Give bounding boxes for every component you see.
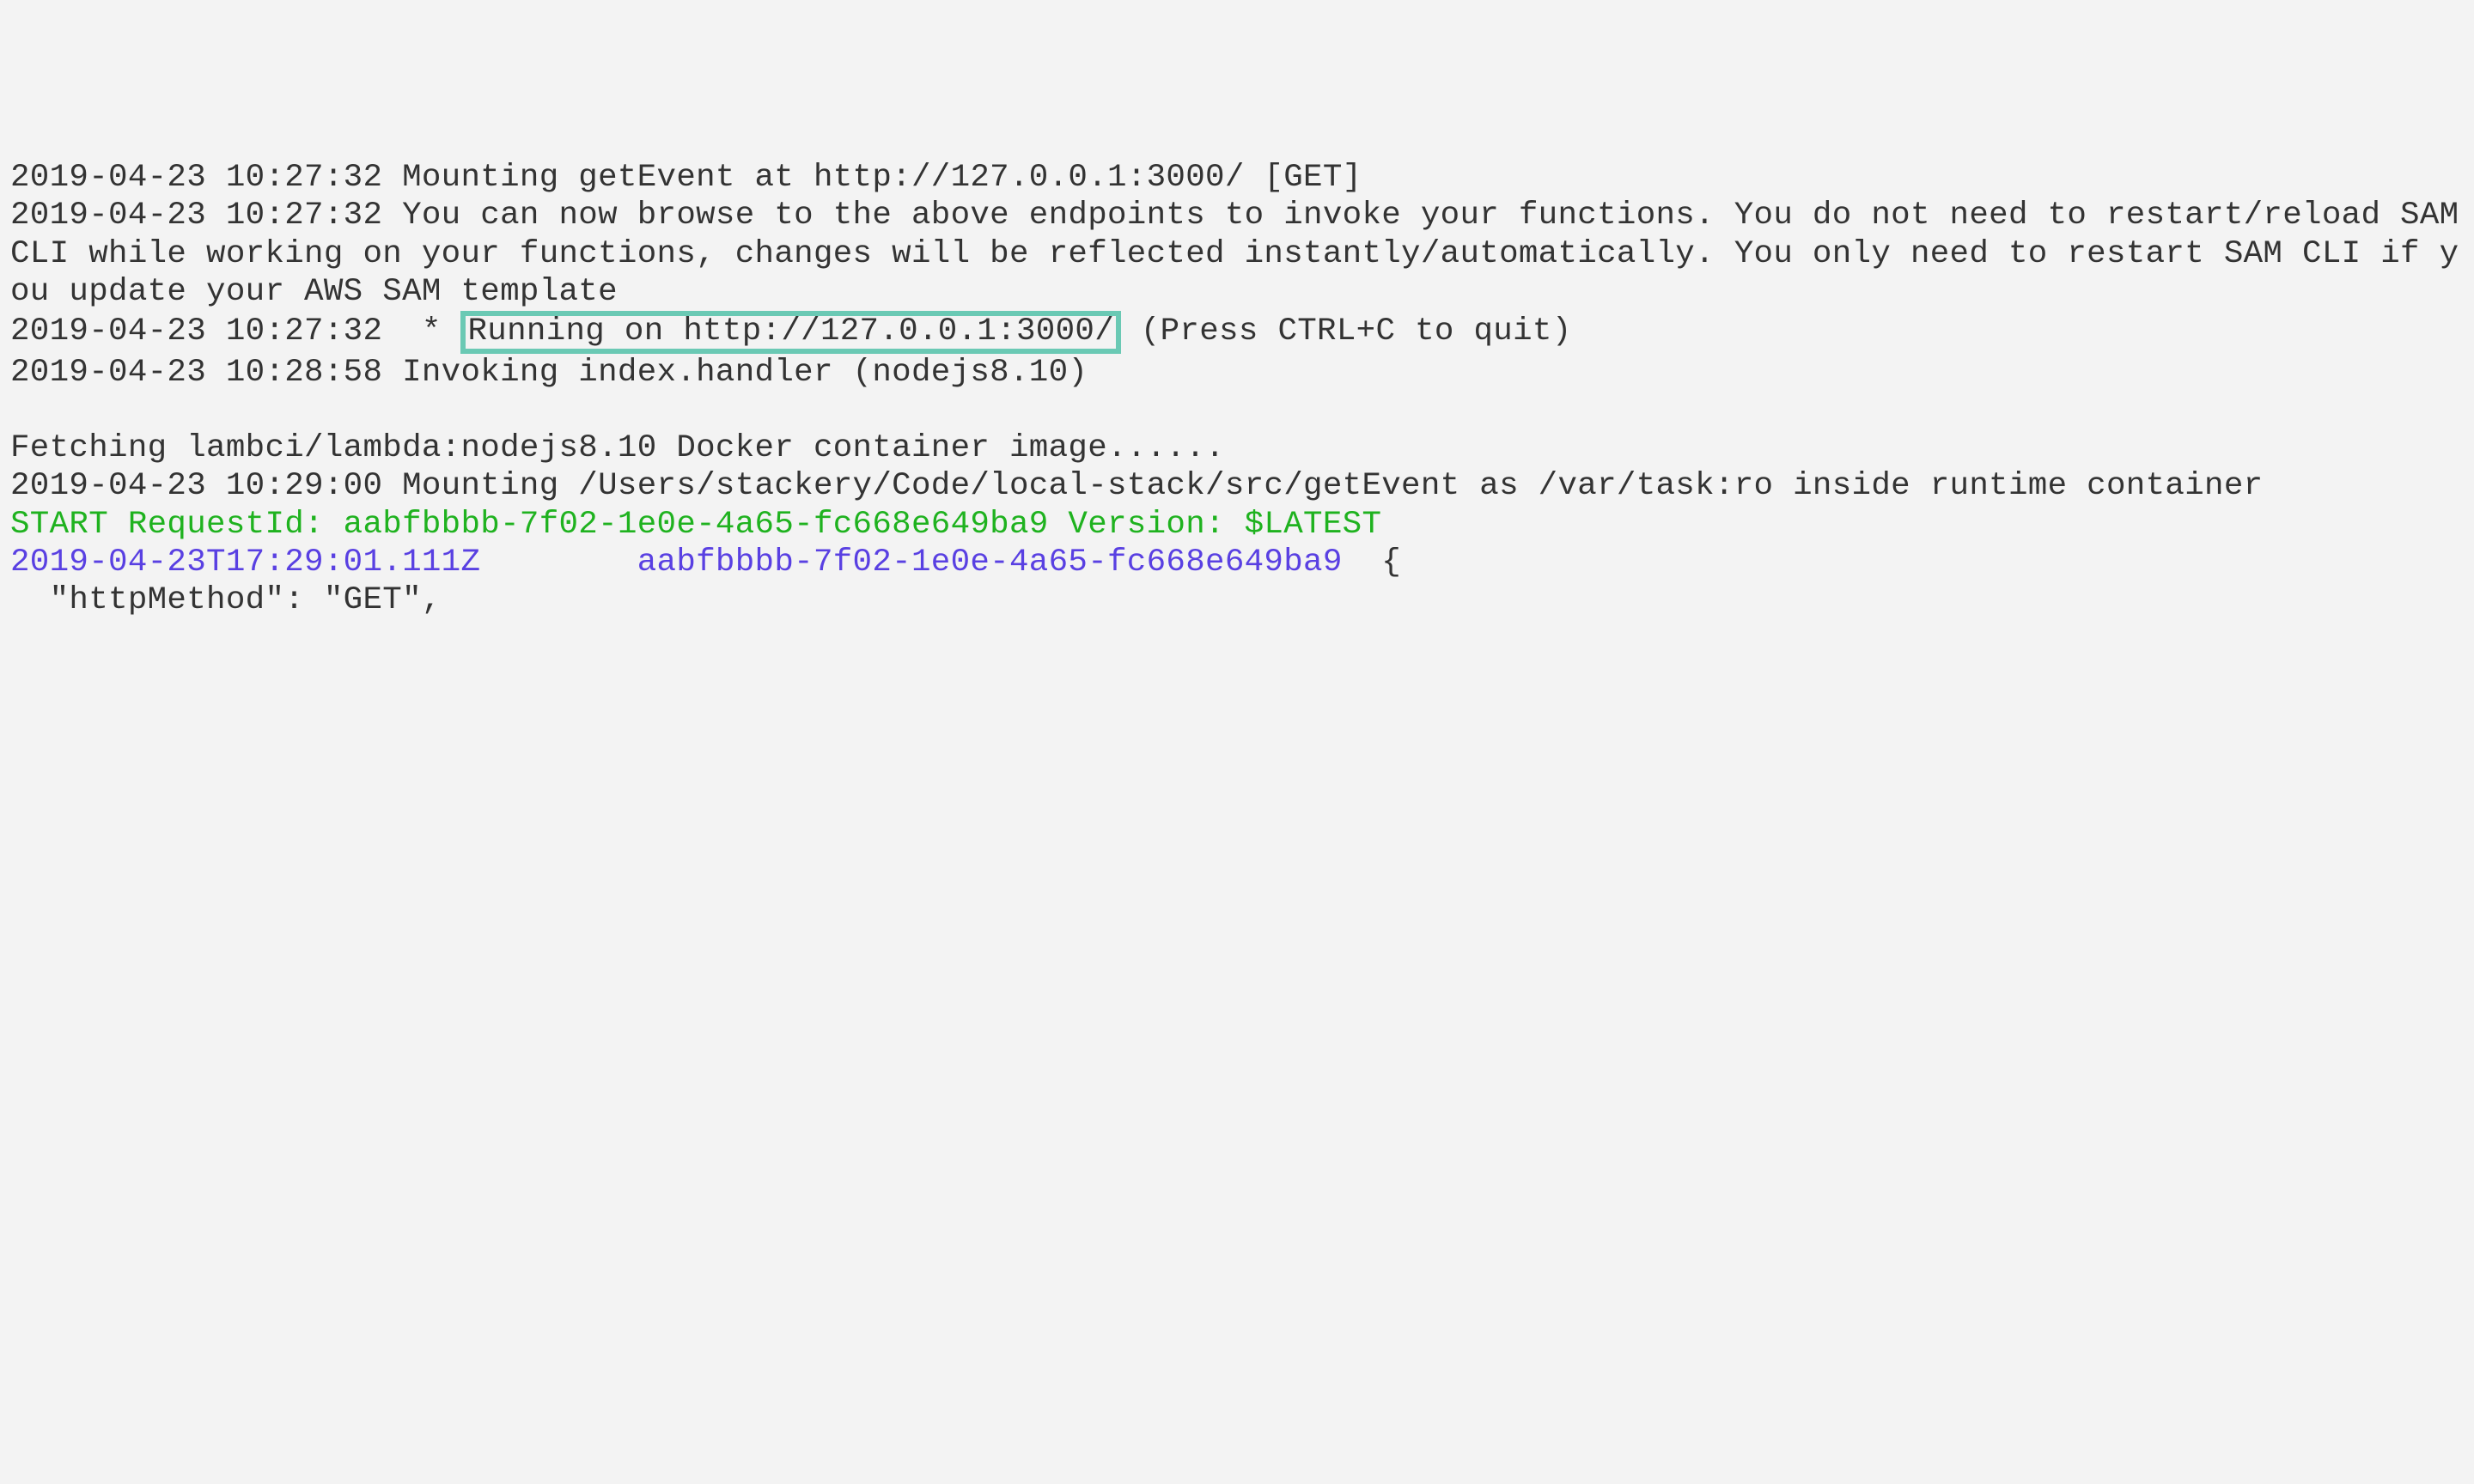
log-line-running-prefix: 2019-04-23 10:27:32 * bbox=[10, 313, 460, 350]
log-json-http-method: "httpMethod": "GET", bbox=[10, 582, 442, 618]
log-line-invoking: 2019-04-23 10:28:58 Invoking index.handl… bbox=[10, 355, 1088, 391]
running-url-highlight: Running on http://127.0.0.1:3000/ bbox=[460, 311, 1121, 354]
log-line-mounting-container: 2019-04-23 10:29:00 Mounting /Users/stac… bbox=[10, 468, 2263, 504]
log-json-open-brace: { bbox=[1343, 544, 1401, 581]
log-line-start-request: START RequestId: aabfbbbb-7f02-1e0e-4a65… bbox=[10, 507, 1381, 543]
log-line-running-suffix: (Press CTRL+C to quit) bbox=[1121, 313, 1571, 350]
log-line-fetching: Fetching lambci/lambda:nodejs8.10 Docker… bbox=[10, 430, 1225, 466]
log-line-browse-info: 2019-04-23 10:27:32 You can now browse t… bbox=[10, 198, 2474, 310]
terminal-output[interactable]: 2019-04-23 10:27:32 Mounting getEvent at… bbox=[10, 159, 2464, 619]
log-line-timestamp-req: 2019-04-23T17:29:01.111Z aabfbbbb-7f02-1… bbox=[10, 544, 1343, 581]
log-line-mount: 2019-04-23 10:27:32 Mounting getEvent at… bbox=[10, 160, 1362, 196]
